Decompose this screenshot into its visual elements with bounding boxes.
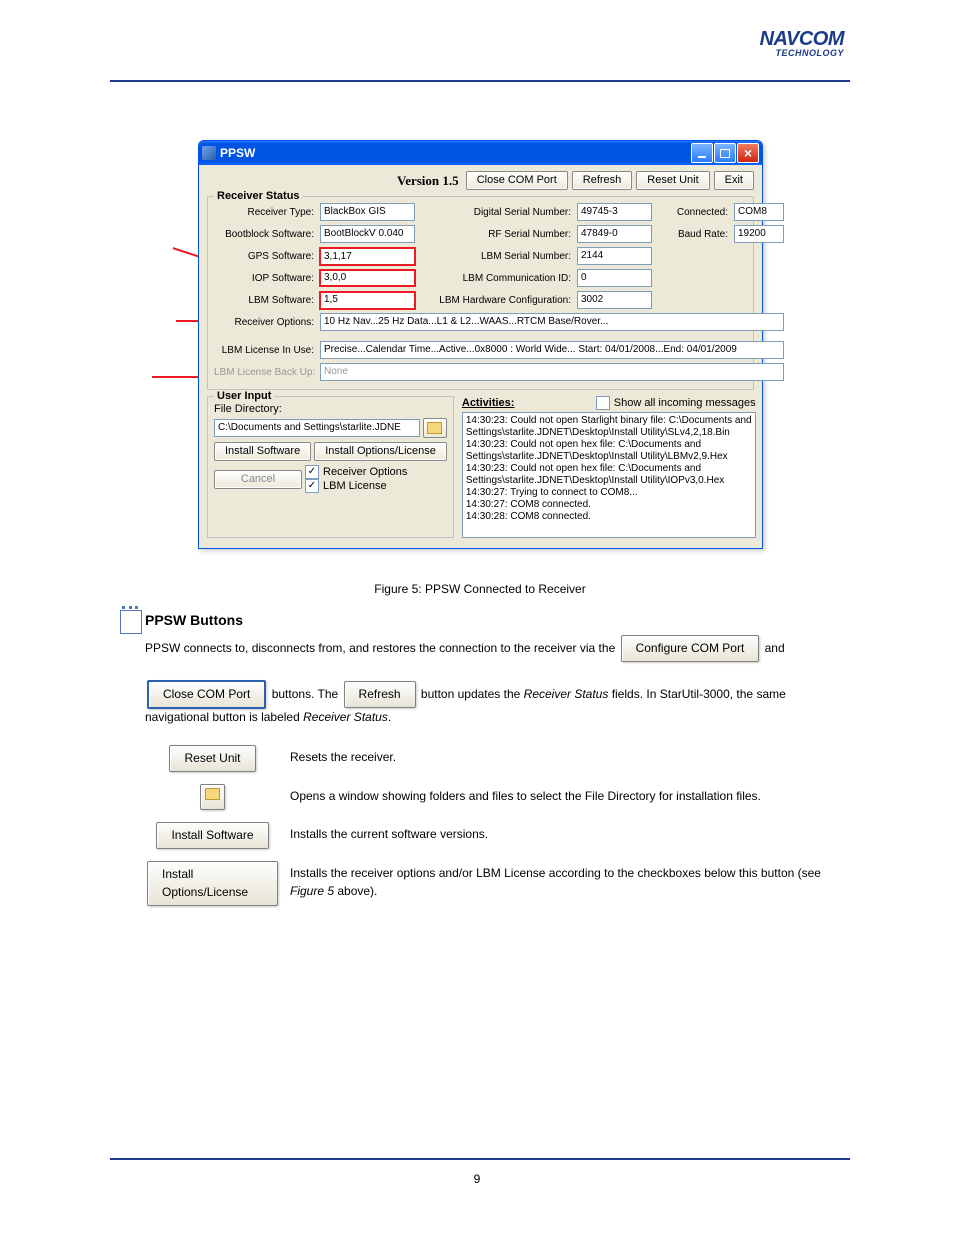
app-icon (202, 146, 216, 160)
footer-divider (110, 1158, 850, 1160)
lbm-comm-id-value: 0 (577, 269, 652, 287)
bootblock-value: BootBlockV 0.040 (320, 225, 415, 243)
logo-main-text: NAVCOM (760, 30, 844, 48)
iop-sw-value: 3,0,0 (320, 270, 415, 286)
receiver-options-label: Receiver Options: (214, 317, 314, 328)
minimize-button[interactable] (691, 143, 713, 163)
close-button[interactable] (737, 143, 759, 163)
install-software-desc: Installs the current software versions. (290, 822, 830, 843)
lbm-license-checkbox[interactable] (305, 479, 319, 493)
file-directory-label: File Directory: (214, 403, 447, 415)
digital-serial-value: 49745-3 (577, 203, 652, 221)
note-body: PPSW connects to, disconnects from, and … (145, 635, 830, 918)
lbm-serial-value: 2144 (577, 247, 652, 265)
receiver-status-group: Receiver Status Receiver Type: BlackBox … (207, 196, 754, 390)
install-software-button[interactable]: Install Software (214, 442, 311, 461)
connected-value: COM8 (734, 203, 784, 221)
lbm-serial-label: LBM Serial Number: (421, 251, 571, 262)
reset-unit-desc: Resets the receiver. (290, 745, 830, 766)
baud-rate-value: 19200 (734, 225, 784, 243)
cancel-button: Cancel (214, 470, 302, 489)
lbm-license-cb-label: LBM License (323, 480, 387, 492)
receiver-type-label: Receiver Type: (214, 207, 314, 218)
digital-serial-label: Digital Serial Number: (421, 207, 571, 218)
folder-icon (427, 422, 442, 434)
show-all-messages-label: Show all incoming messages (614, 397, 756, 409)
refresh-button[interactable]: Refresh (572, 171, 633, 190)
figure-refresh-button: Refresh (344, 681, 416, 708)
lbm-sw-value: 1,5 (320, 292, 415, 309)
folder-icon (205, 788, 220, 800)
baud-rate-label: Baud Rate: (658, 229, 728, 240)
lbm-license-backup-label: LBM License Back Up: (214, 367, 314, 378)
receiver-options-checkbox[interactable] (305, 465, 319, 479)
lbm-sw-label: LBM Software: (214, 295, 314, 306)
receiver-options-cb-label: Receiver Options (323, 466, 407, 478)
install-options-license-button[interactable]: Install Options/License (314, 442, 447, 461)
receiver-status-legend: Receiver Status (214, 190, 303, 202)
window-titlebar[interactable]: PPSW (199, 141, 762, 165)
user-input-group: User Input File Directory: C:\Documents … (207, 396, 454, 538)
figure-close-com-button: Close COM Port (147, 680, 266, 709)
note-icon (120, 610, 142, 636)
figure-configure-com-button: Configure COM Port (621, 635, 760, 662)
page-number: 9 (0, 1172, 954, 1186)
version-label: Version 1.5 (397, 173, 459, 189)
header-divider (110, 80, 850, 82)
figure-folder-button (200, 784, 225, 810)
gps-sw-value: 3,1,17 (320, 248, 415, 265)
callout-line-3 (152, 376, 202, 378)
rf-serial-value: 47849-0 (577, 225, 652, 243)
ppsw-buttons-heading: PPSW Buttons (145, 612, 243, 628)
show-all-messages-checkbox[interactable] (596, 396, 610, 410)
exit-button[interactable]: Exit (714, 171, 754, 190)
brand-logo: NAVCOM TECHNOLOGY (760, 30, 844, 58)
file-directory-input[interactable]: C:\Documents and Settings\starlite.JDNE (214, 419, 420, 437)
activities-log[interactable]: 14:30:23: Could not open Starlight binar… (462, 412, 756, 538)
gps-sw-label: GPS Software: (214, 251, 314, 262)
receiver-options-value: 10 Hz Nav...25 Hz Data...L1 & L2...WAAS.… (320, 313, 784, 331)
lbm-hw-config-value: 3002 (577, 291, 652, 309)
lbm-comm-id-label: LBM Communication ID: (421, 273, 571, 284)
maximize-button[interactable] (714, 143, 736, 163)
receiver-type-value: BlackBox GIS (320, 203, 415, 221)
connected-label: Connected: (658, 207, 728, 218)
figure-install-options-button: Install Options/License (147, 861, 278, 906)
figure-reset-unit-button: Reset Unit (169, 745, 255, 772)
figure-caption: Figure 5: PPSW Connected to Receiver (200, 582, 760, 596)
activities-title: Activities: (462, 397, 515, 409)
lbm-license-inuse-label: LBM License In Use: (214, 345, 314, 356)
folder-button-desc: Opens a window showing folders and files… (290, 784, 830, 805)
rf-serial-label: RF Serial Number: (421, 229, 571, 240)
iop-sw-label: IOP Software: (214, 273, 314, 284)
lbm-license-inuse-value: Precise...Calendar Time...Active...0x800… (320, 341, 784, 359)
bootblock-label: Bootblock Software: (214, 229, 314, 240)
browse-folder-button[interactable] (423, 418, 447, 438)
window-title: PPSW (220, 146, 255, 160)
user-input-legend: User Input (214, 390, 274, 402)
figure-install-software-button: Install Software (156, 822, 268, 849)
ppsw-window: PPSW Version 1.5 Close COM Port Refresh … (198, 140, 763, 549)
lbm-license-backup-value: None (320, 363, 784, 381)
install-options-desc: Installs the receiver options and/or LBM… (290, 861, 830, 900)
close-com-port-button[interactable]: Close COM Port (466, 171, 568, 190)
lbm-hw-config-label: LBM Hardware Configuration: (421, 295, 571, 306)
reset-unit-button[interactable]: Reset Unit (636, 171, 709, 190)
activities-panel: Activities: Show all incoming messages 1… (462, 396, 756, 538)
